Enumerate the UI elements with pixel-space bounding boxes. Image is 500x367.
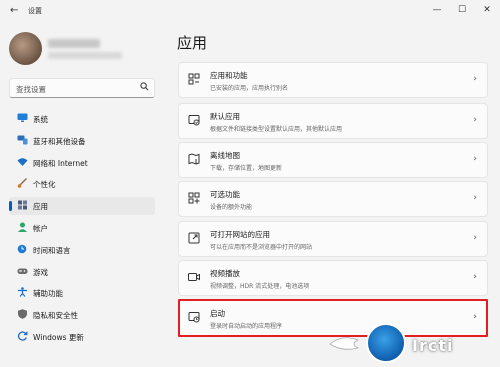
sidebar-item[interactable]: 蓝牙和其他设备 (9, 132, 155, 150)
monitor-icon (16, 113, 28, 125)
search-icon[interactable] (140, 82, 149, 94)
chevron-right-icon: › (473, 272, 477, 282)
watermark-logo-icon (366, 323, 406, 363)
back-arrow-icon[interactable]: ← (10, 5, 18, 16)
default-apps-icon (187, 114, 201, 128)
sidebar-item-label: 个性化 (33, 180, 56, 190)
startup-icon (187, 311, 201, 325)
card-title: 可选功能 (210, 190, 240, 199)
apps-features-icon (187, 73, 201, 87)
accessibility-icon (16, 287, 28, 299)
sidebar-item-label: Windows 更新 (33, 333, 84, 342)
card-description: 已安装的应用，应用执行别名 (210, 85, 289, 92)
card-title: 应用和功能 (210, 71, 248, 80)
sidebar-item-label: 蓝牙和其他设备 (33, 136, 86, 146)
sidebar-item-label: 隐私和安全性 (33, 311, 78, 321)
sidebar-item[interactable]: 网络和 Internet (9, 154, 155, 172)
sidebar-item[interactable]: 系统 (9, 110, 155, 128)
sidebar-item-label: 网络和 Internet (33, 158, 88, 168)
sidebar-item[interactable]: 个性化 (9, 175, 155, 193)
card-title: 可打开网站的应用 (210, 230, 270, 239)
bluetooth-devices-icon (16, 135, 28, 147)
open-web-icon (187, 232, 201, 246)
update-icon (16, 331, 28, 343)
chevron-right-icon: › (473, 154, 477, 164)
user-name-blurred (48, 39, 100, 48)
sidebar-item[interactable]: 辅助功能 (9, 284, 155, 302)
chevron-right-icon: › (473, 74, 477, 84)
card-title: 离线地图 (210, 151, 240, 160)
app-title: 设置 (28, 7, 42, 15)
close-button[interactable]: ✕ (478, 3, 496, 17)
video-icon (187, 271, 201, 285)
card-description: 登录时自动启动的应用程序 (210, 323, 283, 330)
settings-card[interactable]: 默认应用根据文件和链接类型设置默认应用，其他默认应用 › (178, 103, 488, 139)
wifi-icon (16, 157, 28, 169)
sidebar-item[interactable]: 帐户 (9, 219, 155, 237)
settings-card[interactable]: 视频播放视频调整，HDR 流式处理，电池选项 › (178, 260, 488, 296)
settings-card[interactable]: 启动登录时自动启动的应用程序 › (178, 300, 488, 336)
shield-icon (16, 309, 28, 321)
gamepad-icon (16, 266, 28, 278)
user-email-blurred (48, 52, 122, 59)
page-title: 应用 (177, 34, 208, 52)
card-title: 启动 (210, 309, 225, 318)
sidebar-item-label: 应用 (33, 202, 48, 212)
title-bar: ← 设置 — ☐ ✕ (0, 0, 500, 22)
card-description: 下载，存储位置，地图更新 (210, 165, 283, 172)
avatar[interactable] (9, 32, 42, 65)
settings-card[interactable]: 可打开网站的应用可以在应用而不是浏览器中打开的网站 › (178, 221, 488, 257)
chevron-right-icon: › (473, 115, 477, 125)
search-placeholder: 查找设置 (16, 85, 46, 94)
active-indicator (9, 201, 12, 212)
optional-features-icon (187, 192, 201, 206)
brush-icon (16, 178, 28, 190)
chevron-right-icon: › (473, 312, 477, 322)
sidebar-item-label: 时间和语言 (33, 245, 71, 255)
card-description: 设备的额外功能 (210, 204, 253, 211)
sidebar-item[interactable]: 游戏 (9, 263, 155, 281)
chevron-right-icon: › (473, 193, 477, 203)
card-title: 视频播放 (210, 269, 240, 278)
sidebar-item-label: 系统 (33, 115, 48, 124)
sidebar-item[interactable]: 时间和语言 (9, 241, 155, 259)
settings-card[interactable]: 可选功能设备的额外功能 › (178, 181, 488, 217)
card-title: 默认应用 (210, 112, 240, 121)
sidebar-item[interactable]: 隐私和安全性 (9, 306, 155, 324)
settings-card[interactable]: 应用和功能已安装的应用，应用执行别名 › (178, 62, 488, 98)
chevron-right-icon: › (473, 233, 477, 243)
watermark-fish-icon (329, 337, 360, 350)
map-icon (187, 153, 201, 167)
card-description: 视频调整，HDR 流式处理，电池选项 (210, 283, 310, 290)
apps-icon (16, 200, 28, 212)
sidebar-item-label: 辅助功能 (33, 289, 63, 299)
minimize-button[interactable]: — (428, 3, 446, 17)
account-icon (16, 222, 28, 234)
sidebar-item[interactable]: Windows 更新 (9, 328, 155, 346)
maximize-button[interactable]: ☐ (453, 3, 471, 17)
globe-clock-icon (16, 244, 28, 256)
sidebar-item-label: 游戏 (33, 267, 48, 277)
settings-card[interactable]: 离线地图下载，存储位置，地图更新 › (178, 142, 488, 178)
sidebar-item-label: 帐户 (33, 224, 48, 233)
card-description: 可以在应用而不是浏览器中打开的网站 (210, 244, 313, 251)
search-input[interactable]: 查找设置 (9, 78, 155, 98)
card-description: 根据文件和链接类型设置默认应用，其他默认应用 (210, 126, 343, 133)
sidebar-item[interactable]: 应用 (9, 197, 155, 216)
watermark-text: Ircti (412, 336, 454, 355)
